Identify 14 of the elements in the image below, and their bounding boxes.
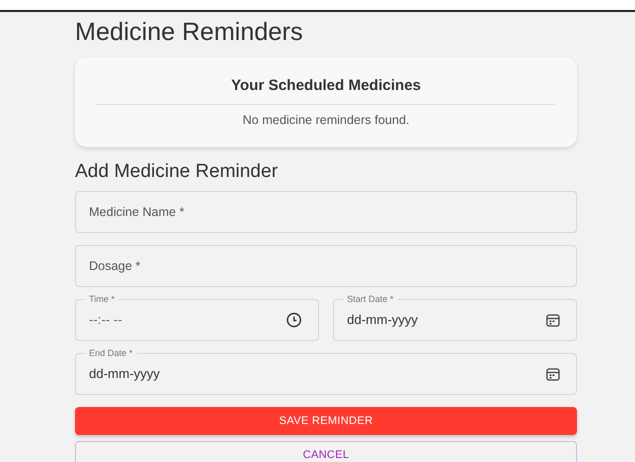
empty-message: No medicine reminders found. [242,112,410,129]
input-field[interactable]: Dosage * [75,245,577,287]
input-field[interactable]: Medicine Name * [75,191,577,233]
page-title: Medicine Reminders [75,17,303,48]
calendar-icon[interactable] [546,368,560,380]
cancel-button[interactable]: CANCEL [75,441,577,462]
save-button[interactable]: SAVE REMINDER [75,407,577,435]
form-title: Add Medicine Reminder [75,160,278,184]
field-label: Time * [85,293,119,305]
field-label: Start Date * [343,293,398,305]
clock-icon[interactable] [286,312,302,328]
calendar-icon[interactable] [546,314,560,326]
card-title: Your Scheduled Medicines [231,76,421,96]
field-label: End Date * [85,347,137,359]
